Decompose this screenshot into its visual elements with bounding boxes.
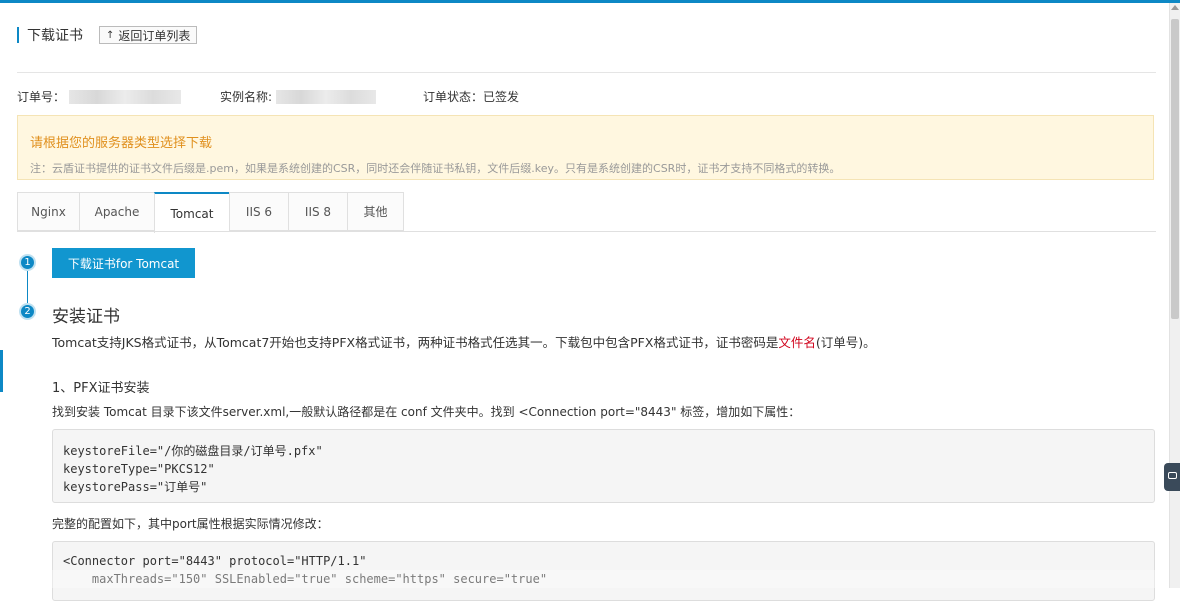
order-status-value: 已签发: [483, 90, 520, 104]
code-line: keystoreType="PKCS12": [63, 462, 215, 476]
instance-name-redacted: [276, 89, 377, 104]
pfx-install-description: 找到安装 Tomcat 目录下该文件server.xml,一般默认路径都是在 c…: [52, 405, 801, 419]
full-config-description: 完整的配置如下，其中port属性根据实际情况修改：: [52, 517, 329, 531]
code-line: keystorePass="订单号": [63, 480, 208, 494]
tabs-divider: [17, 231, 1156, 232]
notice-title: 请根据您的服务器类型选择下载: [30, 136, 213, 151]
back-to-order-list-button[interactable]: ↑ 返回订单列表: [99, 26, 198, 44]
step-1-marker: 1: [19, 254, 36, 271]
top-accent-bar: [0, 0, 1180, 3]
tab-nginx[interactable]: Nginx: [17, 192, 79, 231]
download-tomcat-certificate-button[interactable]: 下载证书for Tomcat: [52, 248, 195, 278]
instance-name: 实例名称:: [220, 88, 377, 105]
title-accent-bar: [17, 27, 19, 43]
order-status: 订单状态： 已签发: [423, 90, 520, 104]
page-header: 下载证书 ↑ 返回订单列表: [17, 26, 198, 44]
left-nav-indicator: [0, 350, 3, 392]
page-title: 下载证书: [27, 28, 83, 44]
code-line: keystoreFile="/你的磁盘目录/订单号.pfx": [63, 444, 323, 458]
horizontal-scrollbar[interactable]: [0, 570, 1170, 588]
header-divider: [17, 72, 1156, 73]
filename-highlight: 文件名: [778, 335, 816, 350]
scroll-up-arrow-icon[interactable]: [1171, 5, 1179, 10]
step-2-marker: 2: [19, 303, 36, 320]
order-number-redacted: [69, 89, 182, 104]
pfx-install-heading: 1、PFX证书安装: [52, 381, 150, 396]
code-block-keystore: keystoreFile="/你的磁盘目录/订单号.pfx" keystoreT…: [52, 429, 1155, 503]
tab-iis6[interactable]: IIS 6: [229, 192, 288, 231]
step-connector: [27, 271, 28, 305]
scrollbar-thumb[interactable]: [1171, 19, 1179, 319]
chat-bubble-icon: [1168, 472, 1177, 479]
notice-box: 请根据您的服务器类型选择下载 注：云盾证书提供的证书文件后缀是.pem，如果是系…: [17, 115, 1154, 180]
server-type-tabs: Nginx Apache Tomcat IIS 6 IIS 8 其他: [17, 192, 404, 233]
arrow-up-icon: ↑: [106, 29, 115, 41]
tab-tomcat[interactable]: Tomcat: [154, 192, 229, 233]
tab-apache[interactable]: Apache: [79, 192, 154, 231]
notice-text: 注：云盾证书提供的证书文件后缀是.pem，如果是系统创建的CSR，同时还会伴随证…: [30, 162, 841, 175]
feedback-widget[interactable]: [1164, 463, 1180, 491]
vertical-scrollbar[interactable]: [1169, 3, 1180, 588]
install-description: Tomcat支持JKS格式证书，从Tomcat7开始也支持PFX格式证书，两种证…: [52, 335, 876, 350]
back-button-label: 返回订单列表: [118, 28, 191, 43]
order-number: 订单号：: [17, 88, 182, 105]
tab-other[interactable]: 其他: [347, 192, 404, 231]
code-line: <Connector port="8443" protocol="HTTP/1.…: [63, 554, 367, 568]
tab-iis8[interactable]: IIS 8: [288, 192, 347, 231]
install-certificate-heading: 安装证书: [52, 307, 120, 327]
